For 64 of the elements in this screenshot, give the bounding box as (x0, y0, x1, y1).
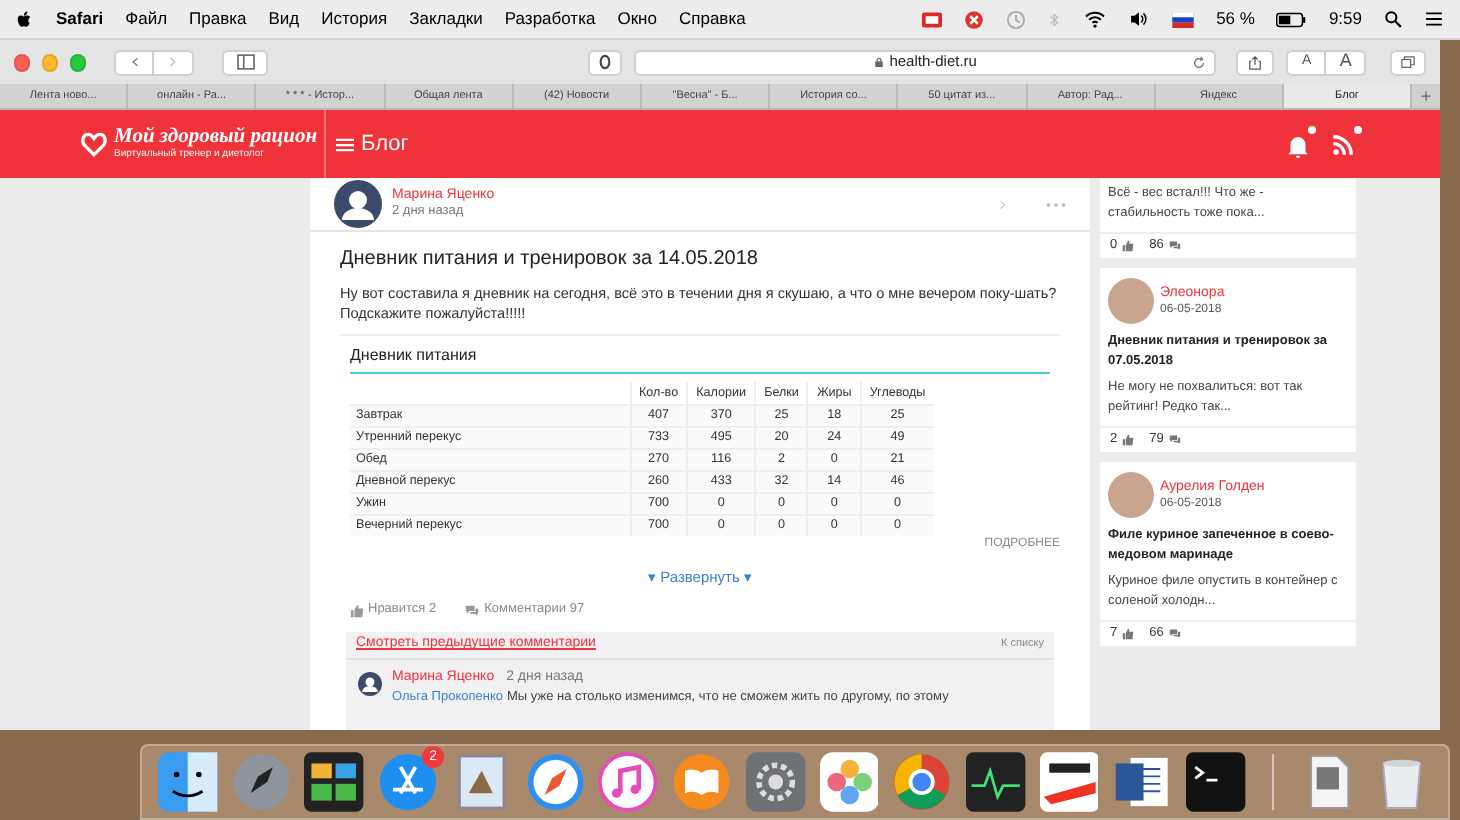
wifi-icon[interactable] (1084, 10, 1107, 28)
comments-icon (1167, 240, 1182, 252)
terminal-icon[interactable] (1185, 752, 1246, 812)
volume-icon[interactable] (1128, 10, 1151, 28)
blocked-icon[interactable] (964, 9, 985, 29)
app-store-icon[interactable] (378, 752, 439, 812)
clock-time: 9:59 (1328, 6, 1362, 32)
new-tab-button[interactable]: + (1412, 84, 1440, 108)
battery-icon[interactable] (1276, 11, 1307, 27)
tab-overview-button[interactable] (1390, 49, 1426, 75)
thumbs-up-icon (350, 603, 364, 618)
comments-icon (464, 603, 481, 618)
user-avatar-icon (358, 672, 382, 696)
tabs-icon (1400, 55, 1417, 69)
battery-percent: 56 % (1216, 6, 1255, 32)
menu-item[interactable]: Закладки (409, 6, 483, 32)
page-title: Блог (361, 129, 409, 160)
share-button[interactable] (1236, 49, 1275, 75)
activity-monitor-icon[interactable] (965, 752, 1026, 812)
heart-logo-icon (80, 131, 108, 157)
menu-icon[interactable] (335, 137, 354, 151)
bell-icon[interactable] (1286, 134, 1310, 158)
avatar-placeholder (1108, 278, 1154, 324)
rocket-icon[interactable] (231, 752, 291, 812)
book-icon[interactable] (672, 752, 732, 812)
banner-app-icon[interactable] (1039, 752, 1099, 812)
app-menu[interactable]: Safari (56, 6, 104, 32)
menu-item[interactable]: Правка (189, 6, 247, 32)
browser-ball-icon[interactable] (892, 752, 952, 812)
apple-icon (16, 9, 34, 29)
lock-icon (873, 56, 884, 68)
sidebar-button[interactable] (222, 49, 269, 75)
menu-item[interactable]: Окно (617, 6, 657, 32)
comments-icon (1167, 628, 1182, 640)
share-icon (1248, 53, 1263, 71)
thumbs-up-icon (1121, 628, 1134, 640)
logo-title: Мой здоровый рацион (114, 127, 318, 148)
chevron-right-icon (168, 54, 179, 70)
larger-text-button[interactable]: A (1326, 49, 1367, 75)
avatar-placeholder (1108, 472, 1154, 518)
compass-icon[interactable] (525, 752, 585, 812)
reload-icon[interactable] (1192, 55, 1207, 69)
thumbs-up-icon (1121, 240, 1134, 252)
list-icon[interactable] (1424, 10, 1444, 28)
comments-icon (1167, 434, 1182, 446)
chevron-left-icon (129, 54, 140, 70)
menu-item[interactable]: Вид (268, 6, 300, 32)
menu-item[interactable]: История (321, 6, 388, 32)
menu-item[interactable]: Справка (678, 6, 746, 32)
sidebar-icon (235, 54, 256, 70)
gear-icon[interactable] (745, 752, 805, 812)
finder-icon[interactable] (158, 752, 218, 812)
thumbs-up-icon (1121, 434, 1134, 446)
rss-icon[interactable] (1332, 134, 1354, 156)
music-note-icon[interactable] (598, 752, 659, 812)
diary-title: Дневник питания (350, 344, 1050, 374)
menu-item[interactable]: Разработка (504, 6, 596, 32)
menu-item[interactable]: Файл (125, 6, 168, 32)
post-title: Дневник питания и тренировок за 14.05.2018 (338, 246, 760, 274)
search-icon[interactable] (1384, 10, 1402, 28)
privacy-button[interactable] (587, 49, 623, 75)
flower-icon[interactable] (819, 752, 879, 812)
windows-app-icon[interactable] (304, 752, 365, 812)
shield-icon (597, 54, 612, 70)
